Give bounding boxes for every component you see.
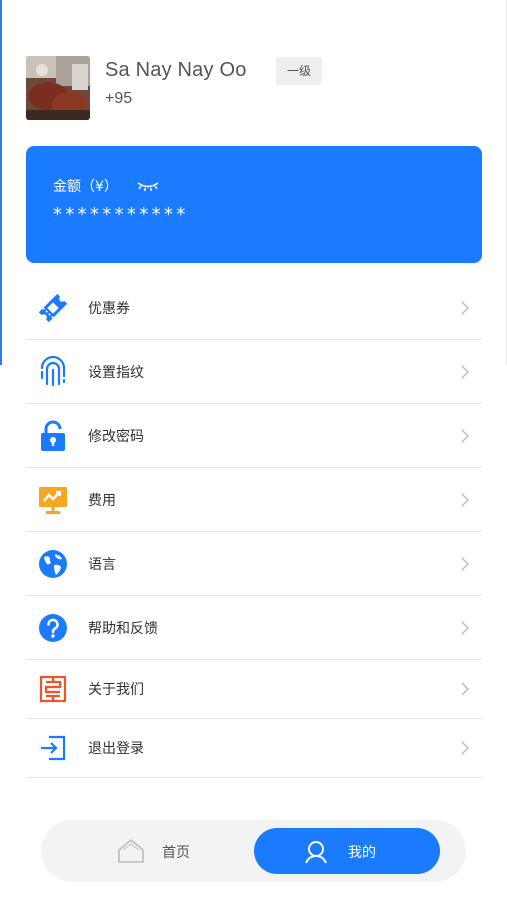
menu-item-label: 退出登录 [88, 741, 144, 757]
chevron-right-icon [461, 300, 470, 315]
avatar[interactable] [26, 56, 90, 120]
menu-item-language[interactable]: 语言 [26, 532, 482, 596]
tab-home-label: 首页 [162, 845, 190, 861]
menu-item-label: 优惠券 [88, 300, 130, 317]
chevron-right-icon [461, 682, 470, 696]
help-icon [36, 611, 70, 645]
menu-item-about-us[interactable]: 关于我们 [26, 660, 482, 719]
chart-board-icon [36, 483, 70, 517]
user-phone: +95 [105, 90, 133, 107]
chevron-right-icon [461, 492, 470, 507]
menu-item-label: 费用 [88, 492, 116, 509]
menu-item-fees[interactable]: 费用 [26, 468, 482, 532]
coupon-icon [36, 291, 70, 325]
menu-item-coupons[interactable]: 优惠券 [26, 276, 482, 340]
menu-item-label: 语言 [88, 556, 116, 573]
menu-item-label: 帮助和反馈 [88, 620, 158, 637]
bottom-tab-bar: 首页 我的 [41, 820, 466, 882]
fingerprint-icon [36, 355, 70, 389]
eye-closed-icon[interactable] [136, 180, 160, 192]
chevron-right-icon [461, 556, 470, 571]
menu-item-change-password[interactable]: 修改密码 [26, 404, 482, 468]
unlock-icon [36, 419, 70, 453]
menu-item-label: 修改密码 [88, 428, 144, 445]
home-icon [118, 838, 144, 863]
menu-item-help-feedback[interactable]: 帮助和反馈 [26, 596, 482, 660]
chevron-right-icon [461, 741, 470, 755]
globe-icon [36, 547, 70, 581]
tab-mine-label: 我的 [348, 845, 376, 861]
balance-label: 金额（¥） [53, 179, 118, 195]
about-pattern-icon [36, 672, 70, 706]
level-badge: 一级 [276, 57, 322, 85]
menu-list: 优惠券 设置指纹 修改密码 费用 语言 帮助和反馈 关于我们 退出登录 [26, 276, 482, 778]
menu-item-label: 关于我们 [88, 682, 144, 698]
user-name: Sa Nay Nay Oo [105, 59, 247, 81]
chevron-right-icon [461, 620, 470, 635]
balance-value: *********** [52, 204, 188, 225]
tab-home[interactable]: 首页 [111, 828, 241, 874]
menu-item-fingerprint[interactable]: 设置指纹 [26, 340, 482, 404]
menu-item-label: 设置指纹 [88, 364, 144, 381]
chevron-right-icon [461, 428, 470, 443]
left-edge-accent [0, 0, 2, 365]
balance-card: 金额（¥） *********** [26, 146, 482, 263]
profile-header: Sa Nay Nay Oo +95 一级 [26, 55, 481, 121]
chevron-right-icon [461, 364, 470, 379]
logout-icon [36, 731, 70, 765]
tab-mine[interactable]: 我的 [254, 828, 440, 874]
menu-item-logout[interactable]: 退出登录 [26, 719, 482, 778]
user-icon [305, 841, 327, 864]
